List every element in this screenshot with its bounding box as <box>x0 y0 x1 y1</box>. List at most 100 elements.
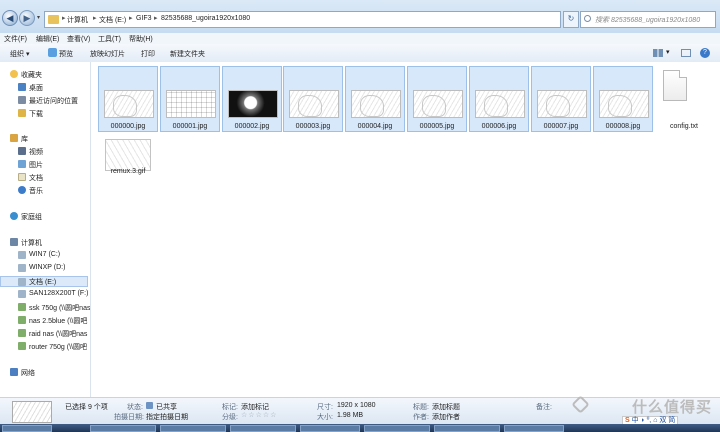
size-value: 1.98 MB <box>337 412 364 419</box>
nav-label: WINXP (D:) <box>29 264 66 271</box>
breadcrumb-arrow-icon[interactable]: ▸ <box>154 14 158 22</box>
nav-label: ssk 750g (\\圆吧nas <box>29 305 91 312</box>
back-button[interactable]: ◀ <box>2 10 18 26</box>
taskbar-button[interactable] <box>434 425 500 432</box>
nav-label: 网络 <box>21 370 35 377</box>
star-icon[interactable]: ☆ <box>256 411 262 419</box>
view-options-icon[interactable] <box>653 49 663 57</box>
star-icon[interactable]: ☆ <box>248 411 254 419</box>
note-label: 备注: <box>536 404 552 411</box>
rating-stars[interactable]: ☆☆☆☆☆ <box>241 411 277 419</box>
preview-button[interactable]: 预览 <box>59 49 73 59</box>
view-dropdown-icon[interactable]: ▾ <box>666 48 670 56</box>
file-tile-000002[interactable]: 000002.jpg <box>222 66 282 132</box>
file-name: 000005.jpg <box>419 123 455 130</box>
breadcrumb-gif3[interactable]: GIF3 <box>136 15 152 22</box>
star-icon <box>10 70 18 78</box>
taskbar-button[interactable] <box>300 425 360 432</box>
nav-label: 文档 (E:) <box>29 279 57 286</box>
help-icon[interactable]: ? <box>700 48 710 58</box>
menu-file[interactable]: 文件(F) <box>4 34 27 44</box>
file-name: 000000.jpg <box>110 123 146 130</box>
file-name: remux.3.gif <box>110 168 146 175</box>
breadcrumb-arrow-icon[interactable]: ▸ <box>93 14 97 22</box>
file-tile-000005[interactable]: 000005.jpg <box>407 66 467 132</box>
slideshow-button[interactable]: 放映幻灯片 <box>90 49 125 59</box>
date-value[interactable]: 指定拍摄日期 <box>146 412 188 422</box>
breadcrumb-drive[interactable]: 文档 (E:) <box>99 15 126 25</box>
image-thumbnail <box>228 90 278 118</box>
preview-pane-icon[interactable] <box>681 49 691 57</box>
image-thumbnail <box>166 90 216 118</box>
taskbar-button[interactable] <box>504 425 564 432</box>
star-icon[interactable]: ☆ <box>263 411 269 419</box>
breadcrumb-arrow-icon[interactable]: ▸ <box>129 14 133 22</box>
file-tile-000003[interactable]: 000003.jpg <box>283 66 343 132</box>
network-drive-icon <box>18 329 26 337</box>
taskbar-button[interactable] <box>90 425 156 432</box>
address-field[interactable]: ▸ 计算机 ▸ 文档 (E:) ▸ GIF3 ▸ 82535688_ugoira… <box>44 11 561 28</box>
computer-icon <box>10 238 18 246</box>
shared-icon <box>146 402 153 409</box>
file-tile-000006[interactable]: 000006.jpg <box>469 66 529 132</box>
nav-label: 视频 <box>29 149 43 156</box>
arrow-left-icon: ◀ <box>6 13 14 23</box>
file-tile-000007[interactable]: 000007.jpg <box>531 66 591 132</box>
nav-label: 最近访问的位置 <box>29 98 78 105</box>
menu-edit[interactable]: 编辑(E) <box>36 34 59 44</box>
breadcrumb-computer[interactable]: 计算机 <box>67 15 88 25</box>
watermark-text: 什么值得买 <box>631 399 712 416</box>
file-name: 000006.jpg <box>481 123 517 130</box>
file-name: config.txt <box>669 123 698 130</box>
file-tile-000000[interactable]: 000000.jpg <box>98 66 158 132</box>
new-folder-button[interactable]: 新建文件夹 <box>170 49 205 59</box>
rating-label: 分级: <box>222 414 238 421</box>
recent-places-icon <box>18 96 26 104</box>
taskbar-button[interactable] <box>160 425 226 432</box>
search-placeholder: 搜索 82535688_ugoira1920x1080 <box>595 17 701 24</box>
image-thumbnail <box>599 90 649 118</box>
history-dropdown-icon[interactable]: ▾ <box>37 14 42 22</box>
nav-label: 文档 <box>29 175 43 182</box>
nav-drive-e[interactable]: 文档 (E:) <box>0 276 88 287</box>
organize-button[interactable]: 组织 ▾ <box>10 49 29 59</box>
print-button[interactable]: 打印 <box>141 49 155 59</box>
title-value[interactable]: 添加标题 <box>432 402 460 412</box>
taskbar-button[interactable] <box>230 425 296 432</box>
breadcrumb-current[interactable]: 82535688_ugoira1920x1080 <box>161 15 250 22</box>
menu-view[interactable]: 查看(V) <box>67 34 90 44</box>
file-list: 000000.jpg 000001.jpg 000002.jpg 000003.… <box>91 62 720 397</box>
menu-tools[interactable]: 工具(T) <box>98 34 121 44</box>
refresh-button[interactable]: ↻ <box>563 11 579 28</box>
taskbar-button[interactable] <box>2 425 52 432</box>
ime-status: 中 ◗ º, ⌂ 双 简 <box>631 417 676 424</box>
folder-icon <box>48 15 59 24</box>
forward-button[interactable]: ▶ <box>19 10 35 26</box>
file-name: 000001.jpg <box>172 123 208 130</box>
file-tile-000008[interactable]: 000008.jpg <box>593 66 653 132</box>
nav-label: router 750g (\\圆吧 <box>29 344 87 351</box>
search-input[interactable]: 搜索 82535688_ugoira1920x1080 <box>580 11 716 28</box>
network-drive-icon <box>18 342 26 350</box>
selection-count: 已选择 9 个项 <box>65 404 108 411</box>
nav-label: SAN128X200T (F:) <box>29 290 89 297</box>
image-thumbnail <box>351 90 401 118</box>
nav-label: 下载 <box>29 111 43 118</box>
star-icon[interactable]: ☆ <box>270 411 276 419</box>
file-tile-remux-gif[interactable]: remux.3.gif <box>98 132 158 198</box>
nav-label: 家庭组 <box>21 214 42 221</box>
state-label: 状态: <box>127 404 143 411</box>
file-tile-000004[interactable]: 000004.jpg <box>345 66 405 132</box>
menu-help[interactable]: 帮助(H) <box>129 34 153 44</box>
breadcrumb-arrow-icon[interactable]: ▸ <box>62 14 66 22</box>
author-value[interactable]: 添加作者 <box>432 412 460 422</box>
star-icon[interactable]: ☆ <box>241 411 247 419</box>
homegroup-icon <box>10 212 18 220</box>
size-label: 大小: <box>317 414 333 421</box>
details-pane: 已选择 9 个项 状态: 已共享 拍摄日期: 指定拍摄日期 标记: 添加标记 分… <box>0 397 720 425</box>
selection-thumbnail <box>12 401 52 423</box>
nav-label: 计算机 <box>21 240 42 247</box>
file-tile-000001[interactable]: 000001.jpg <box>160 66 220 132</box>
command-bar: 组织 ▾ 预览 放映幻灯片 打印 新建文件夹 ▾ ? <box>0 44 720 63</box>
taskbar-button[interactable] <box>364 425 430 432</box>
